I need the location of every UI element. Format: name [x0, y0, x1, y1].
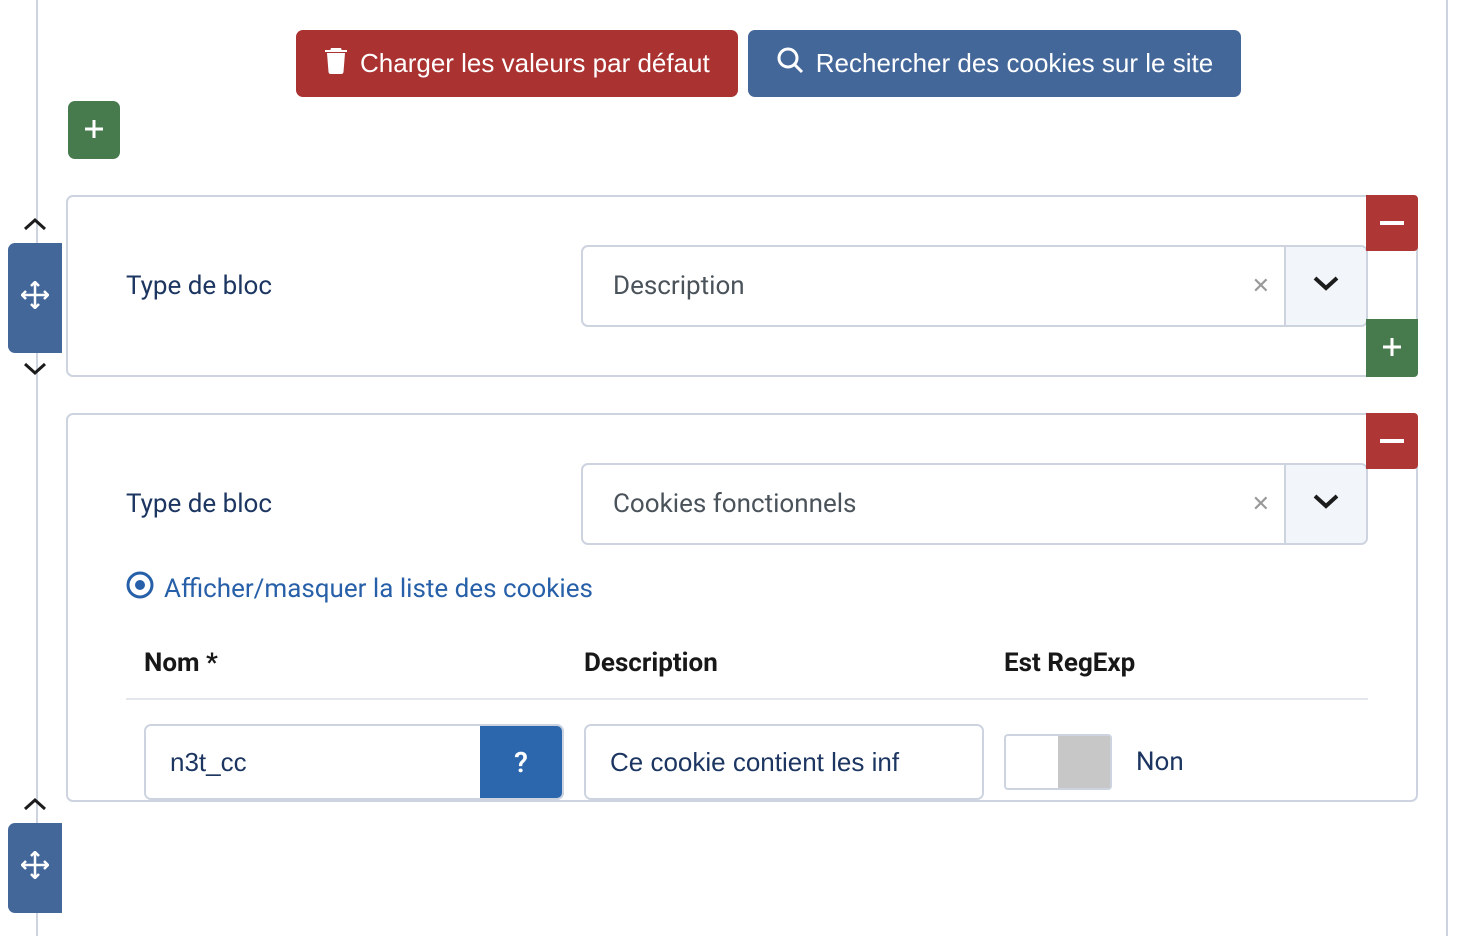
remove-block-button[interactable] [1366, 195, 1418, 251]
select-value: Description [583, 247, 1238, 325]
minus-icon [1380, 221, 1404, 225]
select-clear-button[interactable]: ✕ [1238, 247, 1284, 325]
load-defaults-button[interactable]: Charger les valeurs par défaut [296, 30, 738, 97]
toggle-cookie-list-link[interactable]: Afficher/masquer la liste des cookies [126, 571, 593, 606]
close-icon: ✕ [1252, 274, 1270, 299]
cookie-description-input[interactable] [586, 726, 982, 798]
drag-handle[interactable] [8, 823, 62, 913]
regex-toggle-label: Non [1136, 747, 1184, 777]
block-type-label: Type de bloc [126, 489, 561, 519]
chevron-up-icon [21, 796, 49, 817]
move-icon [21, 281, 49, 315]
cookie-desc-input-group [584, 724, 984, 800]
plus-icon [1380, 330, 1404, 367]
cookie-name-input[interactable] [146, 726, 480, 798]
col-header-regex: Est RegExp [1004, 648, 1350, 678]
block-type-select[interactable]: Cookies fonctionnels ✕ [581, 463, 1368, 545]
trash-icon [324, 46, 348, 81]
cookie-name-input-group: ? [144, 724, 564, 800]
toggle-cookie-list-label: Afficher/masquer la liste des cookies [164, 574, 593, 604]
chevron-down-icon [1312, 491, 1340, 517]
load-defaults-label: Charger les valeurs par défaut [360, 48, 710, 79]
move-up-button[interactable] [15, 210, 55, 243]
switch-knob [1058, 736, 1110, 788]
search-cookies-label: Rechercher des cookies sur le site [816, 48, 1213, 79]
cookie-name-help-button[interactable]: ? [480, 726, 562, 798]
col-header-name: Nom * [144, 648, 564, 678]
add-block-top-button[interactable] [68, 101, 120, 159]
block-type-select[interactable]: Description ✕ [581, 245, 1368, 327]
block-type-label: Type de bloc [126, 271, 561, 301]
move-down-button[interactable] [15, 353, 55, 386]
eye-icon [126, 571, 154, 606]
chevron-down-icon [21, 359, 49, 380]
regex-toggle[interactable] [1004, 734, 1112, 790]
drag-handle[interactable] [8, 243, 62, 353]
search-cookies-button[interactable]: Rechercher des cookies sur le site [748, 30, 1241, 97]
select-caret-button[interactable] [1284, 247, 1366, 325]
close-icon: ✕ [1252, 492, 1270, 517]
remove-block-button[interactable] [1366, 413, 1418, 469]
select-clear-button[interactable]: ✕ [1238, 465, 1284, 543]
plus-icon [82, 112, 106, 149]
minus-icon [1380, 439, 1404, 443]
block-description: Type de bloc Description ✕ [66, 195, 1418, 377]
add-block-after-button[interactable] [1366, 319, 1418, 377]
move-icon [21, 851, 49, 885]
move-up-button[interactable] [15, 790, 55, 823]
select-caret-button[interactable] [1284, 465, 1366, 543]
select-value: Cookies fonctionnels [583, 465, 1238, 543]
search-icon [776, 46, 804, 81]
table-row: ? Non [126, 700, 1368, 800]
chevron-up-icon [21, 216, 49, 237]
question-icon: ? [514, 746, 528, 779]
chevron-down-icon [1312, 273, 1340, 299]
cookie-table: Nom * Description Est RegExp ? [126, 634, 1368, 800]
block-functional-cookies: Type de bloc Cookies fonctionnels ✕ Affi… [66, 413, 1418, 802]
col-header-description: Description [584, 648, 984, 678]
